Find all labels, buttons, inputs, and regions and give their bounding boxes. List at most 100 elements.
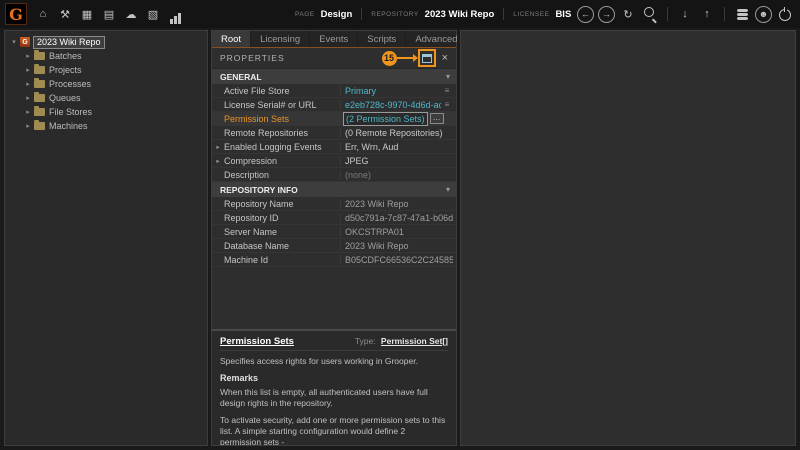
tree-node-processes[interactable]: ▸ Processes: [5, 78, 207, 90]
expander-icon[interactable]: ▸: [23, 52, 33, 60]
close-icon[interactable]: ×: [439, 52, 451, 64]
refresh-icon[interactable]: ↻: [618, 4, 638, 24]
tree-node-root[interactable]: ▾ G 2023 Wiki Repo: [5, 36, 207, 48]
property-row-database-name[interactable]: Database Name 2023 Wiki Repo: [212, 239, 456, 253]
upload-icon[interactable]: ↑: [697, 4, 717, 24]
annotation-arrow-line: [397, 57, 413, 59]
tree-node-label: Queues: [49, 93, 81, 103]
section-general[interactable]: GENERAL ▾: [212, 69, 456, 84]
toolbar-divider: [667, 7, 668, 21]
help-panel: Permission Sets Type: Permission Set[] S…: [212, 329, 456, 445]
property-row-repository-id[interactable]: Repository ID d50c791a-7c87-47a1-b06d-..…: [212, 211, 456, 225]
dropdown-menu-icon[interactable]: ≡: [441, 100, 453, 109]
property-label: License Serial# or URL: [224, 100, 340, 110]
dock-panel-icon: [422, 54, 432, 63]
property-value[interactable]: Primary: [340, 86, 441, 96]
tab-events[interactable]: Events: [310, 31, 358, 47]
property-row-active-file-store[interactable]: Active File Store Primary ≡: [212, 84, 456, 98]
expander-icon[interactable]: ▸: [23, 80, 33, 88]
property-value[interactable]: (0 Remote Repositories): [340, 128, 453, 138]
properties-title: PROPERTIES: [220, 53, 285, 63]
download-icon[interactable]: ↓: [675, 4, 695, 24]
content-area: [460, 30, 796, 446]
dock-panel-button[interactable]: [418, 49, 436, 67]
tree-node-label: Projects: [49, 65, 82, 75]
property-label: Permission Sets: [224, 114, 340, 124]
property-label: Remote Repositories: [224, 128, 340, 138]
chevron-down-icon[interactable]: ▾: [446, 72, 450, 81]
property-label: Active File Store: [224, 86, 340, 96]
history-back-icon[interactable]: ←: [577, 6, 594, 23]
type-link[interactable]: Permission Set[]: [381, 336, 448, 346]
property-row-enabled-logging-events[interactable]: ▸ Enabled Logging Events Err, Wrn, Aud: [212, 140, 456, 154]
property-row-server-name[interactable]: Server Name OKCSTRPA01: [212, 225, 456, 239]
property-value[interactable]: e2eb728c-9970-4d6d-ac7f-...: [340, 100, 441, 110]
review-icon[interactable]: ▧: [143, 4, 163, 24]
annotation-callout: 15: [382, 51, 418, 66]
property-value[interactable]: (2 Permission Sets): [343, 112, 428, 126]
expander-icon[interactable]: ▸: [23, 94, 33, 102]
property-value: 2023 Wiki Repo: [340, 241, 453, 251]
property-label: Compression: [224, 156, 340, 166]
section-repository-info[interactable]: REPOSITORY INFO ▾: [212, 182, 456, 197]
row-expand-icon[interactable]: ▸: [212, 157, 224, 165]
tree-node-label: 2023 Wiki Repo: [33, 36, 105, 49]
property-row-license-serial[interactable]: License Serial# or URL e2eb728c-9970-4d6…: [212, 98, 456, 112]
property-row-remote-repositories[interactable]: Remote Repositories (0 Remote Repositori…: [212, 126, 456, 140]
home-icon[interactable]: ⌂: [33, 4, 53, 24]
tools-icon[interactable]: ⚒: [55, 4, 75, 24]
help-title-row: Permission Sets Type: Permission Set[]: [220, 336, 448, 351]
ellipsis-button[interactable]: …: [430, 113, 444, 124]
stats-icon[interactable]: [165, 4, 185, 24]
tree-node-label: Machines: [49, 121, 88, 131]
property-row-machine-id[interactable]: Machine Id B05CDFC66536C2C24585F...: [212, 253, 456, 267]
property-grid: GENERAL ▾ Active File Store Primary ≡ Li…: [212, 69, 456, 329]
cloud-upload-icon[interactable]: ☁: [121, 4, 141, 24]
folder-icon: [34, 80, 45, 88]
property-row-permission-sets[interactable]: Permission Sets (2 Permission Sets) …: [212, 112, 456, 126]
expander-icon[interactable]: ▸: [23, 66, 33, 74]
tab-advanced[interactable]: Advanced: [406, 31, 467, 47]
chevron-down-icon[interactable]: ▾: [446, 185, 450, 194]
expander-icon[interactable]: ▾: [9, 38, 19, 46]
database-connections-icon[interactable]: [732, 4, 752, 24]
folder-icon: [34, 122, 45, 130]
property-row-compression[interactable]: ▸ Compression JPEG: [212, 154, 456, 168]
folder-icon: [34, 94, 45, 102]
search-icon[interactable]: [640, 4, 660, 24]
dropdown-menu-icon[interactable]: ≡: [441, 86, 453, 95]
property-value: B05CDFC66536C2C24585F...: [340, 255, 453, 265]
expander-icon[interactable]: ▸: [23, 122, 33, 130]
property-label: Description: [224, 170, 340, 180]
batches-icon[interactable]: ▦: [77, 4, 97, 24]
property-label: Repository ID: [224, 213, 340, 223]
property-row-repository-name[interactable]: Repository Name 2023 Wiki Repo: [212, 197, 456, 211]
tab-strip: Root Licensing Events Scripts Advanced: [212, 31, 456, 48]
tab-root[interactable]: Root: [212, 31, 251, 47]
type-label: Type:: [355, 336, 376, 346]
property-value[interactable]: JPEG: [340, 156, 453, 166]
tasks-icon[interactable]: ▤: [99, 4, 119, 24]
help-description: Specifies access rights for users workin…: [220, 356, 448, 367]
history-forward-icon[interactable]: →: [598, 6, 615, 23]
context-breadcrumb: PAGE Design REPOSITORY 2023 Wiki Repo LI…: [295, 8, 571, 20]
property-row-description[interactable]: Description (none): [212, 168, 456, 182]
user-icon[interactable]: ☻: [755, 6, 772, 23]
remarks-paragraph: When this list is empty, all authenticat…: [220, 387, 448, 409]
tree-node-file-stores[interactable]: ▸ File Stores: [5, 106, 207, 118]
tree-node-queues[interactable]: ▸ Queues: [5, 92, 207, 104]
tree-node-batches[interactable]: ▸ Batches: [5, 50, 207, 62]
folder-icon: [34, 66, 45, 74]
page-label: PAGE: [295, 11, 315, 18]
row-expand-icon[interactable]: ▸: [212, 143, 224, 151]
power-icon[interactable]: [775, 4, 795, 24]
property-value[interactable]: (none): [340, 170, 453, 180]
folder-icon: [34, 52, 45, 60]
tree-node-machines[interactable]: ▸ Machines: [5, 120, 207, 132]
property-value[interactable]: Err, Wrn, Aud: [340, 142, 453, 152]
expander-icon[interactable]: ▸: [23, 108, 33, 116]
tab-licensing[interactable]: Licensing: [251, 31, 310, 47]
tree-node-projects[interactable]: ▸ Projects: [5, 64, 207, 76]
context-divider: [361, 8, 362, 20]
tab-scripts[interactable]: Scripts: [358, 31, 406, 47]
